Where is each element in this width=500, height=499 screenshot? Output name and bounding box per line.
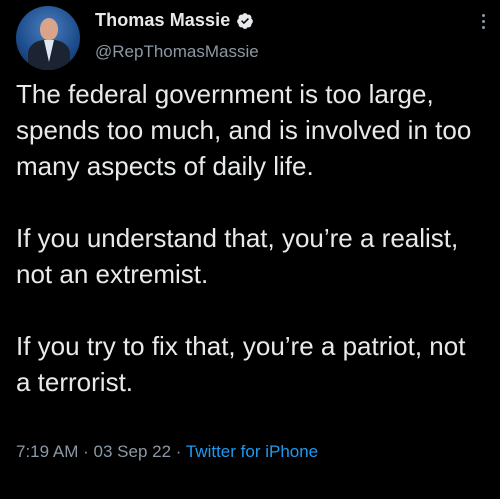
meta-separator: · <box>175 442 182 461</box>
dot-icon <box>481 26 485 29</box>
author-name-row: Thomas Massie <box>95 10 254 31</box>
tweet-body: The federal government is too large, spe… <box>16 76 486 400</box>
verified-badge-icon <box>237 12 254 29</box>
avatar[interactable] <box>16 6 80 70</box>
tweet-date[interactable]: 03 Sep 22 <box>94 442 172 461</box>
more-options-icon[interactable] <box>480 14 486 29</box>
tweet-metadata: 7:19 AM · 03 Sep 22 · Twitter for iPhone <box>16 442 318 462</box>
tweet-paragraph: If you understand that, you’re a realist… <box>16 223 459 289</box>
dot-icon <box>481 14 485 17</box>
author-handle[interactable]: @RepThomasMassie <box>95 42 259 62</box>
meta-separator: · <box>83 442 89 461</box>
display-name[interactable]: Thomas Massie <box>95 10 230 31</box>
tweet-time[interactable]: 7:19 AM <box>16 442 78 461</box>
dot-icon <box>481 20 485 23</box>
tweet-paragraph: If you try to fix that, you’re a patriot… <box>16 331 466 397</box>
tweet-source-link[interactable]: Twitter for iPhone <box>186 442 318 461</box>
avatar-head-shape <box>40 18 58 40</box>
tweet: Thomas Massie @RepThomasMassie The feder… <box>0 0 500 499</box>
tweet-paragraph: The federal government is too large, spe… <box>16 79 472 181</box>
